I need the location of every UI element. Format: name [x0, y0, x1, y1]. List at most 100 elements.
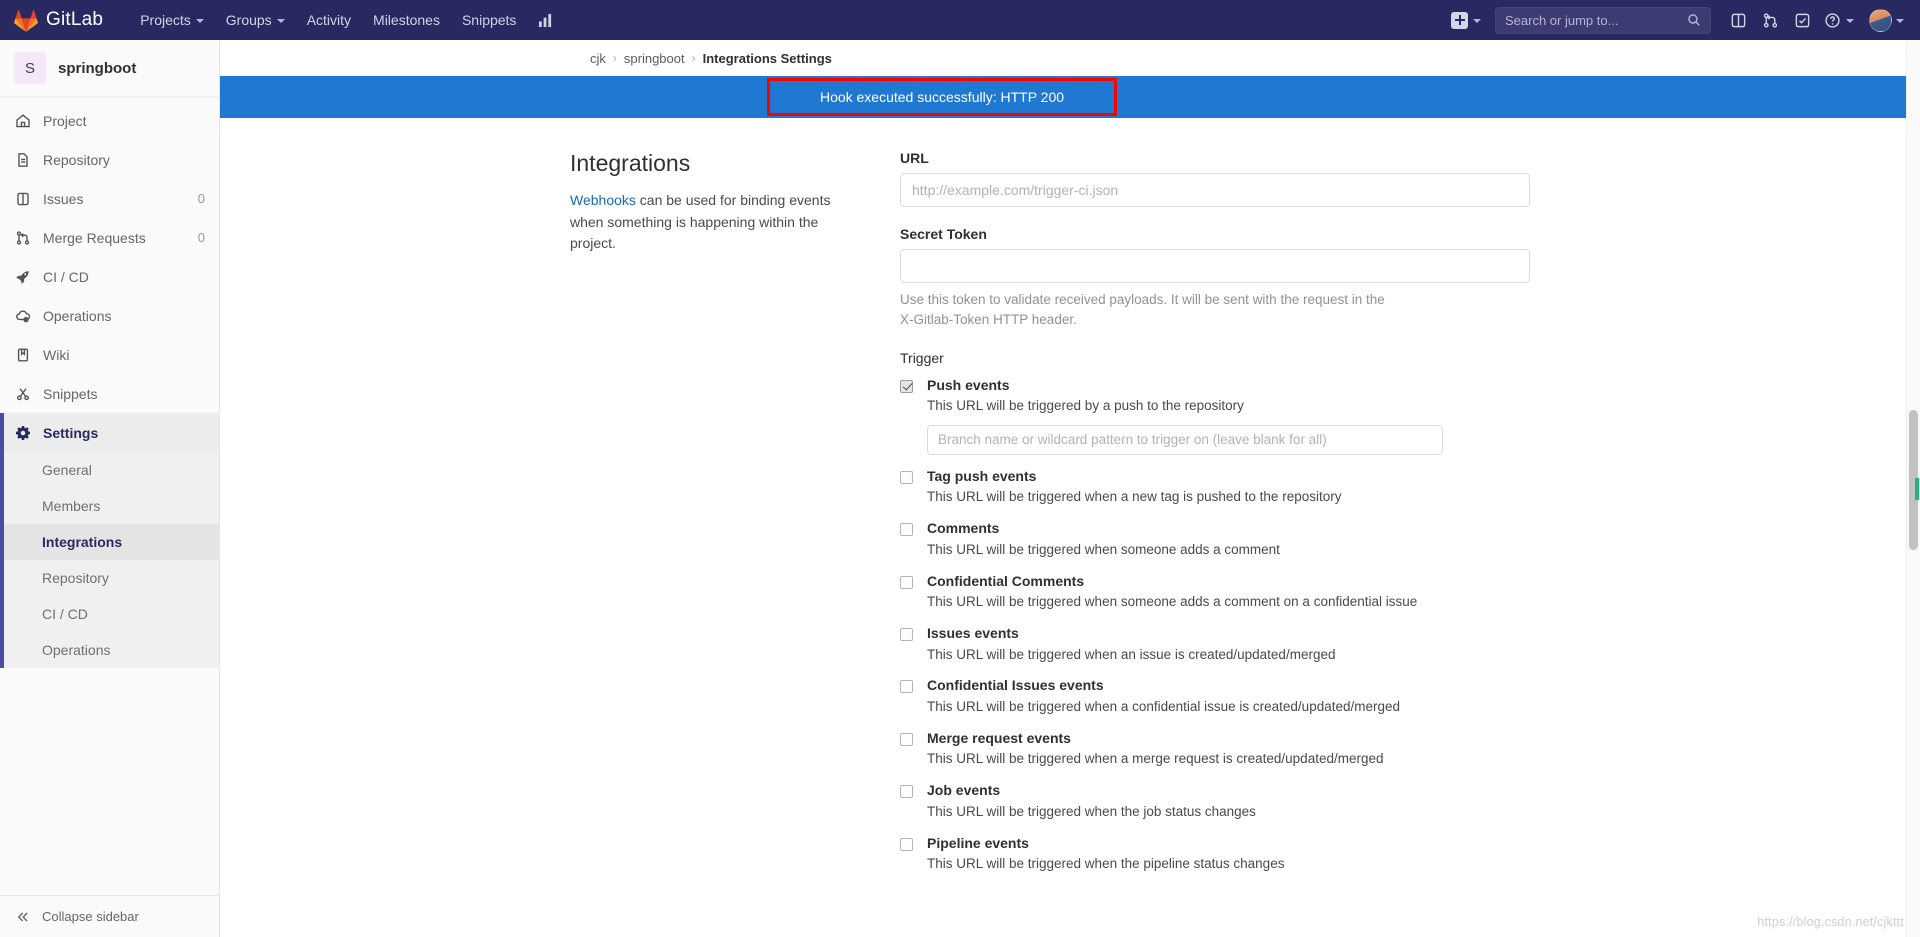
sidebar-item-wiki-label: Wiki	[43, 346, 70, 363]
merge-request-events-label: Merge request events	[927, 729, 1071, 746]
push-events-checkbox[interactable]	[900, 379, 913, 393]
job-events-label: Job events	[927, 782, 1001, 799]
sidebar-item-settings[interactable]: Settings	[0, 413, 219, 452]
top-nav-right-group: Search or jump to...	[1445, 5, 1910, 35]
sidebar-subitem-ci-cd[interactable]: CI / CD	[0, 596, 219, 632]
sidebar-subitem-integrations[interactable]: Integrations	[0, 524, 219, 560]
search-placeholder: Search or jump to...	[1505, 12, 1619, 28]
url-field-group: URL	[900, 150, 1530, 207]
sidebar-subitem-operations[interactable]: Operations	[0, 632, 219, 668]
merge-request-events-checkbox[interactable]	[900, 732, 913, 746]
sidebar-project-header[interactable]: S springboot	[0, 40, 219, 97]
sidebar-nav-list: Project Repository Issues 0 Merge Reques…	[0, 97, 219, 668]
breadcrumb-item-project[interactable]: springboot	[624, 51, 685, 66]
search-input[interactable]: Search or jump to...	[1495, 6, 1711, 34]
chart-bar-icon	[538, 13, 553, 28]
page-description: Webhooks can be used for binding events …	[570, 190, 864, 255]
vertical-scrollbar[interactable]	[1906, 40, 1920, 937]
plus-square-icon	[1451, 11, 1468, 29]
nav-snippets[interactable]: Snippets	[451, 0, 527, 40]
sidebar-item-ci-cd-label: CI / CD	[43, 268, 89, 285]
chevron-down-icon	[1473, 19, 1481, 23]
issues-count-badge: 0	[197, 191, 205, 206]
sidebar-subitem-repository[interactable]: Repository	[0, 560, 219, 596]
issues-events-checkbox[interactable]	[900, 628, 913, 642]
merge-requests-icon[interactable]	[1755, 5, 1785, 35]
pipeline-events-checkbox[interactable]	[900, 837, 913, 851]
secret-token-input[interactable]	[900, 249, 1530, 283]
breadcrumb-item-group[interactable]: cjk	[590, 51, 606, 66]
url-label: URL	[900, 150, 929, 166]
confidential-comments-checkbox[interactable]	[900, 575, 913, 589]
sidebar-item-issues[interactable]: Issues 0	[0, 179, 219, 218]
comments-checkbox[interactable]	[900, 523, 913, 537]
sidebar-item-ci-cd[interactable]: CI / CD	[0, 257, 219, 296]
top-navigation-bar: GitLab Projects Groups Activity Mileston…	[0, 0, 1920, 40]
sidebar-subitem-general[interactable]: General	[0, 452, 219, 488]
user-menu-button[interactable]	[1861, 8, 1910, 32]
confidential-issues-events-description: This URL will be triggered when a confid…	[927, 698, 1401, 714]
tag-push-events-checkbox[interactable]	[900, 470, 913, 484]
gear-icon	[14, 424, 31, 441]
trigger-pipeline-events: Pipeline events This URL will be trigger…	[900, 835, 1530, 874]
webhook-form: URL Secret Token Use this token to valid…	[900, 150, 1530, 887]
help-button[interactable]	[1819, 12, 1859, 29]
cloud-gear-icon	[14, 307, 31, 324]
page-shell: S springboot Project Repository Issues 0…	[0, 40, 1920, 937]
url-input[interactable]	[900, 173, 1530, 207]
collapse-sidebar-label: Collapse sidebar	[42, 909, 139, 924]
comments-label: Comments	[927, 520, 1000, 537]
issues-icon[interactable]	[1723, 5, 1753, 35]
nav-activity[interactable]: Activity	[296, 0, 362, 40]
confidential-issues-events-checkbox[interactable]	[900, 680, 913, 694]
sidebar-item-project-label: Project	[43, 112, 87, 129]
collapse-sidebar-button[interactable]: Collapse sidebar	[0, 895, 219, 937]
sidebar-subitem-members[interactable]: Members	[0, 488, 219, 524]
trigger-job-events: Job events This URL will be triggered wh…	[900, 782, 1530, 821]
gitlab-wordmark: GitLab	[46, 9, 104, 30]
trigger-comments: Comments This URL will be triggered when…	[900, 520, 1530, 559]
sidebar-item-repository[interactable]: Repository	[0, 140, 219, 179]
home-icon	[14, 112, 31, 129]
webhooks-link[interactable]: Webhooks	[570, 192, 636, 208]
nav-analytics[interactable]	[527, 13, 564, 28]
chevron-down-icon	[1896, 19, 1904, 23]
gitlab-logo-icon	[14, 9, 38, 32]
sidebar-item-project[interactable]: Project	[0, 101, 219, 140]
breadcrumb-current: Integrations Settings	[702, 50, 832, 66]
secret-token-help: Use this token to validate received payl…	[900, 292, 1385, 328]
trigger-confidential-issues-events: Confidential Issues events This URL will…	[900, 677, 1530, 716]
create-new-button[interactable]	[1445, 11, 1487, 29]
merge-request-icon	[14, 229, 31, 246]
nav-projects[interactable]: Projects	[129, 0, 215, 40]
scrollbar-marker	[1915, 478, 1919, 500]
chevron-down-icon	[1846, 19, 1854, 23]
tag-push-events-label: Tag push events	[927, 467, 1037, 484]
job-events-checkbox[interactable]	[900, 785, 913, 799]
merge-requests-count-badge: 0	[197, 230, 205, 245]
nav-groups[interactable]: Groups	[215, 0, 296, 40]
sidebar-item-merge-requests-label: Merge Requests	[43, 229, 146, 246]
avatar	[1869, 8, 1892, 32]
push-events-branch-filter-input[interactable]	[927, 424, 1443, 455]
nav-groups-label: Groups	[225, 12, 272, 28]
trigger-issues-events: Issues events This URL will be triggered…	[900, 625, 1530, 664]
todos-icon[interactable]	[1787, 5, 1817, 35]
sidebar-item-snippets[interactable]: Snippets	[0, 374, 219, 413]
project-avatar: S	[14, 52, 46, 84]
merge-request-events-description: This URL will be triggered when a merge …	[927, 751, 1384, 767]
nav-milestones[interactable]: Milestones	[362, 0, 451, 40]
confidential-issues-events-label: Confidential Issues events	[927, 677, 1104, 694]
sidebar-item-operations[interactable]: Operations	[0, 296, 219, 335]
sidebar-item-wiki[interactable]: Wiki	[0, 335, 219, 374]
trigger-tag-push-events: Tag push events This URL will be trigger…	[900, 468, 1530, 507]
issues-events-label: Issues events	[927, 625, 1019, 642]
sidebar-item-merge-requests[interactable]: Merge Requests 0	[0, 218, 219, 257]
breadcrumb-separator: ›	[691, 51, 696, 65]
issues-icon	[14, 190, 31, 207]
content-scroll-area: Integrations Webhooks can be used for bi…	[220, 118, 1920, 937]
flash-alert-message: Hook executed successfully: HTTP 200	[819, 89, 1065, 105]
sidebar-item-settings-label: Settings	[43, 424, 99, 441]
book-icon	[14, 346, 31, 363]
gitlab-home-link[interactable]: GitLab	[14, 9, 103, 32]
